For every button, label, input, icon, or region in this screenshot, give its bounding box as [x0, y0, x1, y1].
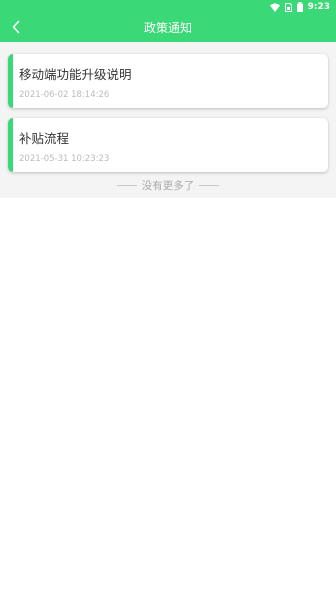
notice-card[interactable]: 补贴流程 2021-05-31 10:23:23 — [8, 118, 328, 172]
battery-icon — [296, 2, 303, 12]
wifi-icon — [269, 3, 280, 12]
notice-list: 移动端功能升级说明 2021-06-02 18:14:26 补贴流程 2021-… — [0, 42, 336, 198]
notice-timestamp: 2021-05-31 10:23:23 — [19, 154, 110, 164]
status-icons: 9:23 — [269, 1, 330, 13]
card-accent-bar — [8, 118, 13, 172]
divider-line — [199, 185, 220, 186]
no-more-text: 没有更多了 — [141, 180, 195, 192]
divider-line — [116, 185, 137, 186]
card-accent-bar — [8, 54, 13, 108]
sim-icon — [284, 2, 292, 12]
notice-card[interactable]: 移动端功能升级说明 2021-06-02 18:14:26 — [8, 54, 328, 108]
status-time: 9:23 — [307, 2, 330, 12]
end-of-list-indicator: 没有更多了 — [0, 178, 336, 193]
header-bar: 政策通知 — [0, 14, 336, 42]
notice-timestamp: 2021-06-02 18:14:26 — [19, 90, 110, 100]
status-bar: 9:23 — [0, 0, 336, 14]
notice-title: 移动端功能升级说明 — [19, 67, 132, 82]
page-title: 政策通知 — [143, 21, 192, 35]
notice-title: 补贴流程 — [19, 131, 70, 146]
